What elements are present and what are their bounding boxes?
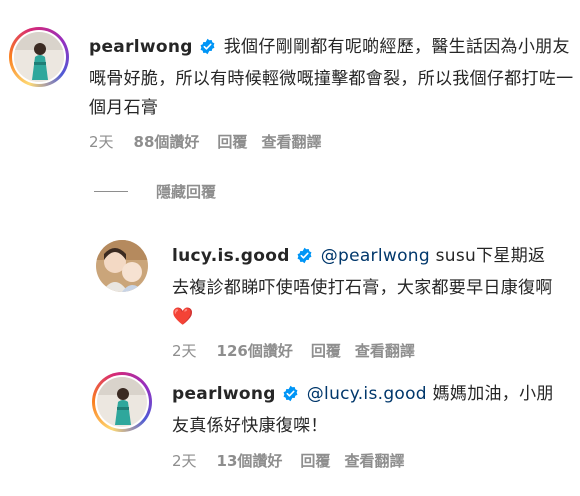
reply-button[interactable]: 回覆 bbox=[217, 133, 247, 151]
username[interactable]: pearlwong bbox=[172, 384, 276, 404]
reply-button[interactable]: 回覆 bbox=[300, 452, 330, 470]
comment-meta: 2天 13個讚好 回覆 查看翻譯 bbox=[172, 450, 418, 471]
mention-link[interactable]: @pearlwong bbox=[321, 246, 430, 266]
comment-meta: 2天 88個讚好 回覆 查看翻譯 bbox=[89, 131, 335, 152]
timestamp[interactable]: 2天 bbox=[172, 452, 197, 470]
divider bbox=[94, 191, 128, 192]
comment-meta: 2天 126個讚好 回覆 查看翻譯 bbox=[172, 340, 429, 361]
see-translation-button[interactable]: 查看翻譯 bbox=[261, 133, 321, 151]
avatar-photo bbox=[97, 377, 147, 427]
username[interactable]: pearlwong bbox=[89, 37, 193, 57]
comment-body: pearlwong 我個仔剛剛都有呢啲經歷，醫生話因為小朋友嘅骨好脆，所以有時候輕… bbox=[89, 33, 574, 123]
likes-count[interactable]: 13個讚好 bbox=[217, 452, 283, 470]
see-translation-button[interactable]: 查看翻譯 bbox=[344, 452, 404, 470]
avatar[interactable] bbox=[92, 372, 152, 432]
comment-body: pearlwong @lucy.is.good 媽媽加油，小朋友真係好快康復㗎！ bbox=[172, 380, 562, 441]
reply-2: pearlwong @lucy.is.good 媽媽加油，小朋友真係好快康復㗎！ … bbox=[0, 370, 580, 496]
comment-body: lucy.is.good @pearlwong susu下星期返去複診都睇吓使唔使… bbox=[172, 242, 557, 332]
avatar[interactable] bbox=[9, 27, 69, 87]
mention-link[interactable]: @lucy.is.good bbox=[307, 384, 427, 404]
hide-replies-label[interactable]: 隱藏回覆 bbox=[156, 181, 216, 202]
verified-badge-icon bbox=[282, 383, 299, 412]
hide-replies-toggle[interactable]: 隱藏回覆 bbox=[94, 181, 216, 202]
reply-1: lucy.is.good @pearlwong susu下星期返去複診都睇吓使唔使… bbox=[0, 230, 580, 370]
likes-count[interactable]: 126個讚好 bbox=[217, 342, 293, 360]
verified-badge-icon bbox=[296, 245, 313, 274]
see-translation-button[interactable]: 查看翻譯 bbox=[355, 342, 415, 360]
username[interactable]: lucy.is.good bbox=[172, 246, 290, 266]
comment-1: pearlwong 我個仔剛剛都有呢啲經歷，醫生話因為小朋友嘅骨好脆，所以有時候輕… bbox=[0, 0, 580, 160]
timestamp[interactable]: 2天 bbox=[89, 133, 114, 151]
likes-count[interactable]: 88個讚好 bbox=[134, 133, 200, 151]
verified-badge-icon bbox=[199, 36, 216, 65]
avatar-photo bbox=[14, 32, 64, 82]
timestamp[interactable]: 2天 bbox=[172, 342, 197, 360]
avatar[interactable] bbox=[96, 240, 148, 292]
reply-button[interactable]: 回覆 bbox=[311, 342, 341, 360]
